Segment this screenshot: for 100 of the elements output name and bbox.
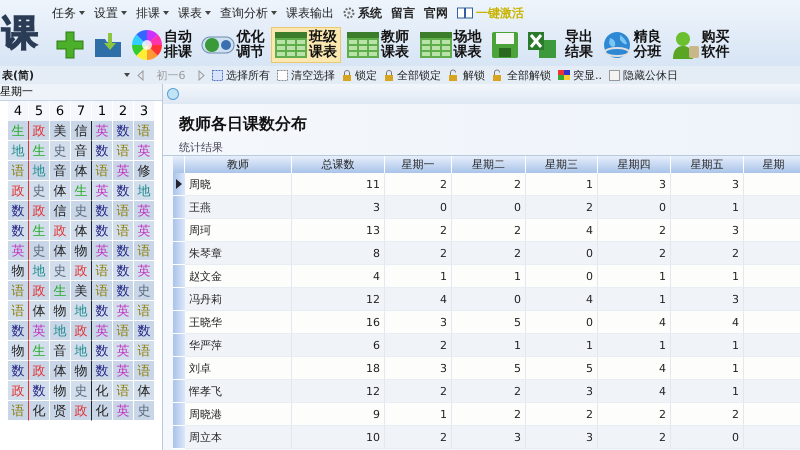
- column-header[interactable]: 星期: [744, 156, 800, 173]
- subject-cell[interactable]: 物: [71, 241, 92, 261]
- subject-cell[interactable]: 数: [92, 201, 113, 221]
- subject-cell[interactable]: 化: [29, 401, 50, 421]
- table-cell: 刘卓: [185, 357, 292, 380]
- column-header[interactable]: 星期一: [385, 156, 452, 173]
- subject-cell[interactable]: 体: [50, 181, 71, 201]
- subject-cell[interactable]: 数: [113, 121, 134, 141]
- subject-cell[interactable]: 音: [50, 341, 71, 361]
- checkbox[interactable]: [609, 70, 620, 80]
- menu-item[interactable]: 课表输出: [286, 4, 334, 22]
- subject-cell[interactable]: 史: [71, 201, 92, 221]
- toolbar-button[interactable]: 购买软件: [668, 27, 734, 63]
- column-header[interactable]: 星期二: [452, 156, 526, 173]
- toolbar-link[interactable]: 全部解锁: [507, 68, 551, 82]
- subject-cell[interactable]: 体: [71, 161, 92, 181]
- subject-cell[interactable]: 史: [50, 141, 71, 161]
- subject-cell[interactable]: 化: [92, 401, 113, 421]
- toolbar-link[interactable]: 突显..: [573, 68, 602, 82]
- subject-cell[interactable]: 音: [50, 161, 71, 181]
- subject-cell[interactable]: 物: [8, 341, 29, 361]
- subject-cell[interactable]: 数: [92, 341, 113, 361]
- clear-selection-icon: [277, 70, 288, 80]
- subject-cell[interactable]: 体: [50, 241, 71, 261]
- toolbar-link[interactable]: 全部锁定: [397, 68, 441, 82]
- subject-cell[interactable]: 数: [8, 201, 29, 221]
- subject-cell[interactable]: 数: [92, 361, 113, 381]
- subject-cell[interactable]: 美: [71, 281, 92, 301]
- subject-cell[interactable]: 数: [29, 381, 50, 401]
- subject-cell[interactable]: 修: [134, 161, 155, 181]
- subject-cell[interactable]: 体: [29, 301, 50, 321]
- subject-cell[interactable]: 数: [92, 141, 113, 161]
- table-cell: 1: [385, 403, 452, 426]
- subject-cell[interactable]: 贤: [50, 401, 71, 421]
- column-header[interactable]: 总课数: [292, 156, 385, 173]
- column-header[interactable]: 星期三: [526, 156, 598, 173]
- subject-cell[interactable]: 数: [8, 221, 29, 241]
- toolbar-link[interactable]: 锁定: [355, 68, 377, 82]
- subject-cell[interactable]: 史: [71, 381, 92, 401]
- subject-cell[interactable]: 数: [134, 321, 155, 341]
- subject-cell[interactable]: 音: [71, 141, 92, 161]
- toolbar-button[interactable]: 班级课表: [270, 27, 342, 63]
- subject-cell[interactable]: 物: [8, 261, 29, 281]
- column-header[interactable]: 星期四: [598, 156, 671, 173]
- toolbar-button[interactable]: 优化调节: [198, 27, 269, 63]
- checkbox-label[interactable]: 隐藏公休日: [623, 68, 678, 82]
- subject-cell[interactable]: 体: [134, 381, 155, 401]
- subject-cell[interactable]: 物: [50, 301, 71, 321]
- toolbar-button[interactable]: 场地课表: [416, 27, 486, 63]
- table-cell: [744, 219, 800, 242]
- subject-cell[interactable]: 信: [71, 121, 92, 141]
- menu-link[interactable]: 官网: [424, 4, 448, 22]
- app-logo: 课: [2, 12, 39, 56]
- subject-cell[interactable]: 体: [50, 361, 71, 381]
- toolbar-button[interactable]: 自动排课: [128, 27, 196, 63]
- table-cell: 2: [452, 242, 526, 265]
- subject-cell[interactable]: 物: [50, 381, 71, 401]
- subject-cell[interactable]: 史: [29, 181, 50, 201]
- subject-cell[interactable]: 化: [92, 381, 113, 401]
- table-cell: 赵文金: [185, 265, 292, 288]
- subject-cell[interactable]: 史: [50, 261, 71, 281]
- column-header[interactable]: 教师: [185, 156, 292, 173]
- subject-cell[interactable]: 数: [8, 361, 29, 381]
- column-header[interactable]: 星期五: [671, 156, 744, 173]
- menu-item[interactable]: 查询分析: [220, 4, 277, 22]
- subject-cell[interactable]: 数: [92, 221, 113, 241]
- menu-item[interactable]: 设置: [94, 4, 127, 22]
- row-header[interactable]: [173, 173, 185, 196]
- table-cell: 3: [385, 311, 452, 334]
- previous-icon[interactable]: [137, 70, 144, 80]
- subject-cell[interactable]: 史: [29, 241, 50, 261]
- subject-cell[interactable]: 数: [113, 281, 134, 301]
- menu-link[interactable]: 系统: [358, 4, 382, 22]
- subject-cell[interactable]: 信: [50, 201, 71, 221]
- menu-link[interactable]: 留言: [391, 4, 415, 22]
- subject-cell[interactable]: 数: [8, 321, 29, 341]
- toolbar-link[interactable]: 选择所有: [226, 68, 270, 82]
- view-dropdown[interactable]: 表(简): [2, 68, 130, 82]
- table-cell: 1: [526, 334, 598, 357]
- toolbar-button[interactable]: 精良分班: [599, 27, 666, 63]
- subject-cell[interactable]: 数: [113, 241, 134, 261]
- toolbar-button[interactable]: 教师课表: [343, 27, 414, 63]
- toolbar-link[interactable]: 清空选择: [291, 68, 335, 82]
- menu-item[interactable]: 排课: [136, 4, 169, 22]
- menu-item[interactable]: 课表: [178, 4, 211, 22]
- subject-cell[interactable]: 体: [71, 221, 92, 241]
- subject-cell[interactable]: 美: [50, 121, 71, 141]
- table-cell: 5: [452, 357, 526, 380]
- subject-cell[interactable]: 数: [92, 301, 113, 321]
- next-icon[interactable]: [198, 70, 205, 80]
- subject-cell[interactable]: 数: [113, 181, 134, 201]
- subject-cell[interactable]: 物: [71, 361, 92, 381]
- menu-item[interactable]: 任务: [52, 4, 85, 22]
- subject-cell[interactable]: 史: [134, 401, 155, 421]
- toolbar-link[interactable]: 解锁: [463, 68, 485, 82]
- period-header: 3: [134, 101, 155, 121]
- table-cell: 9: [292, 403, 385, 426]
- subject-cell[interactable]: 史: [134, 281, 155, 301]
- toolbar-button[interactable]: 导出结果: [562, 27, 598, 63]
- subject-cell[interactable]: 数: [113, 261, 134, 281]
